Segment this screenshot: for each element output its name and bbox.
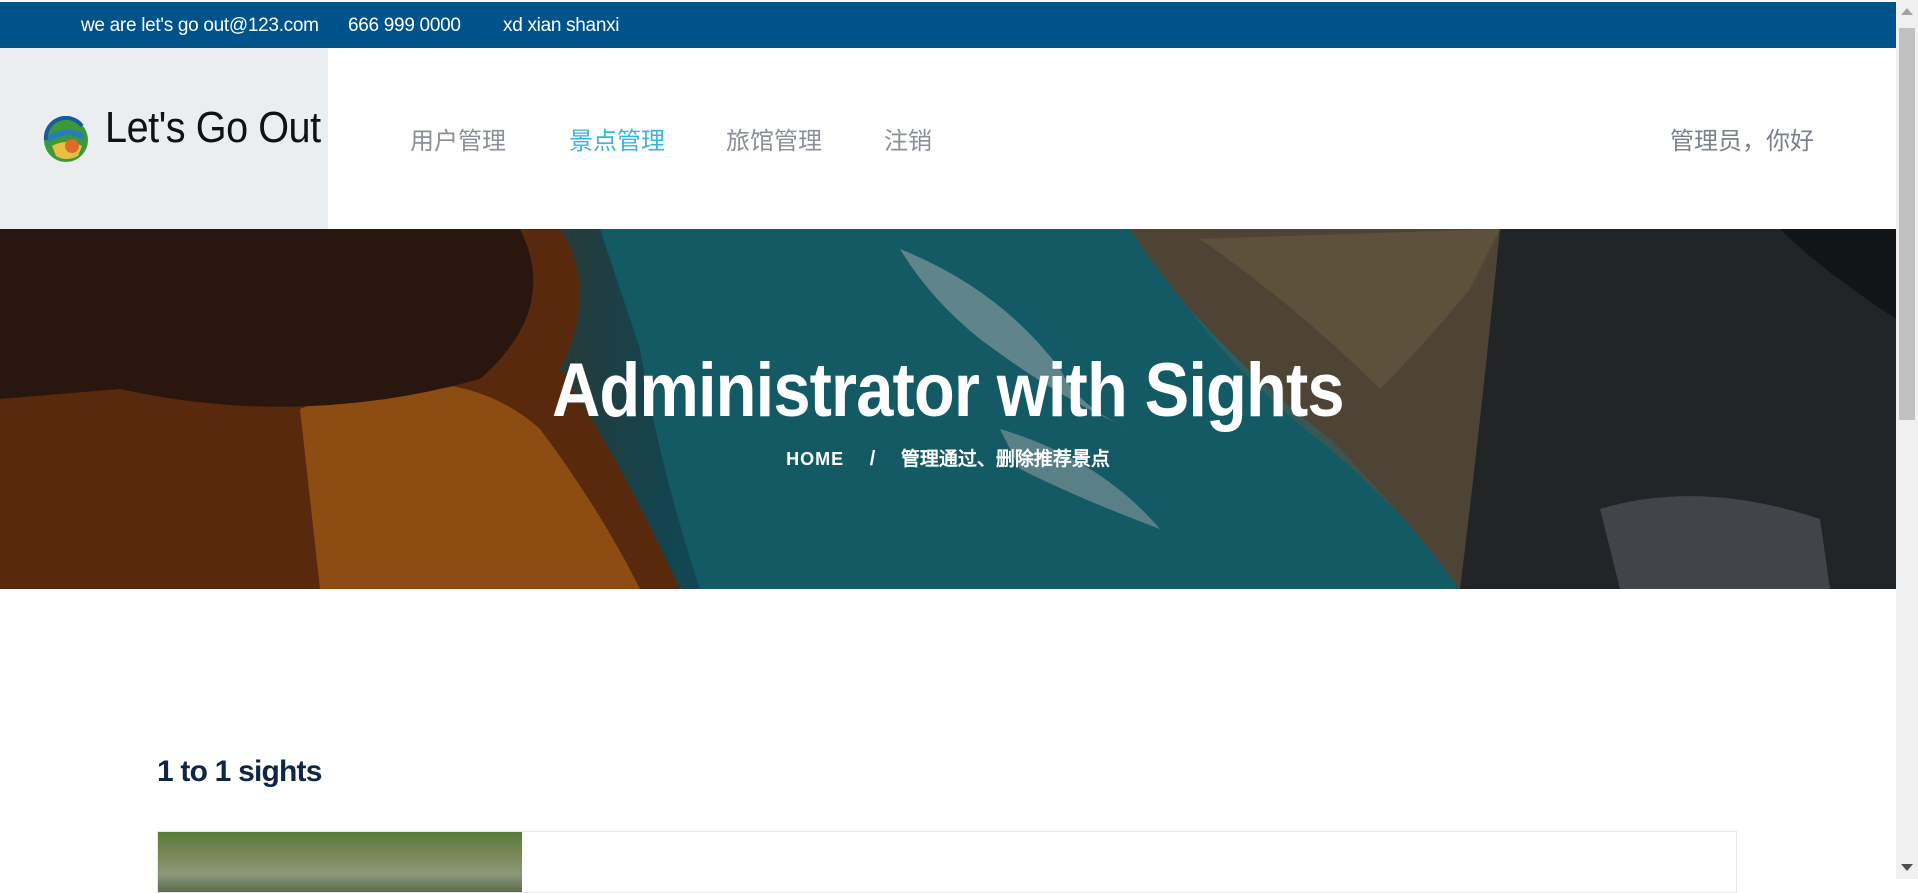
contact-phone[interactable]: 666 999 0000 <box>348 15 461 37</box>
breadcrumb: HOME / 管理通过、删除推荐景点 <box>0 444 1896 471</box>
breadcrumb-current: 管理通过、删除推荐景点 <box>900 448 1110 470</box>
site-header: Let's Go Out 用户管理 景点管理 旅馆管理 注销 管理员，你好 <box>0 48 1896 229</box>
breadcrumb-home[interactable]: HOME <box>786 449 844 469</box>
brand-box[interactable]: Let's Go Out <box>0 48 328 229</box>
hero-banner: Administrator with Sights HOME / 管理通过、删除… <box>0 229 1896 589</box>
sight-card[interactable] <box>157 831 1737 893</box>
contact-address: xd xian shanxi <box>503 15 620 36</box>
top-info-bar: we are let's go out@123.com 666 999 0000… <box>0 2 1896 48</box>
nav-sight-management[interactable]: 景点管理 <box>569 121 665 156</box>
sight-thumbnail[interactable] <box>158 832 522 892</box>
breadcrumb-separator: / <box>869 448 876 470</box>
brand-name[interactable]: Let's Go Out <box>105 103 321 153</box>
scroll-down-arrow-icon[interactable] <box>1901 864 1913 871</box>
nav-hotel-management[interactable]: 旅馆管理 <box>726 121 822 156</box>
page-scrollbar[interactable] <box>1896 0 1918 879</box>
nav-logout[interactable]: 注销 <box>884 121 932 156</box>
admin-greeting: 管理员，你好 <box>1670 127 1814 155</box>
nav-user-management[interactable]: 用户管理 <box>410 121 506 156</box>
contact-email[interactable]: we are let's go out@123.com <box>81 15 319 37</box>
globe-logo-icon <box>43 116 88 162</box>
scroll-up-arrow-icon[interactable] <box>1901 8 1913 15</box>
scrollbar-thumb[interactable] <box>1899 28 1915 420</box>
results-count: 1 to 1 sights <box>157 755 322 788</box>
page-title: Administrator with Sights <box>552 348 1345 433</box>
